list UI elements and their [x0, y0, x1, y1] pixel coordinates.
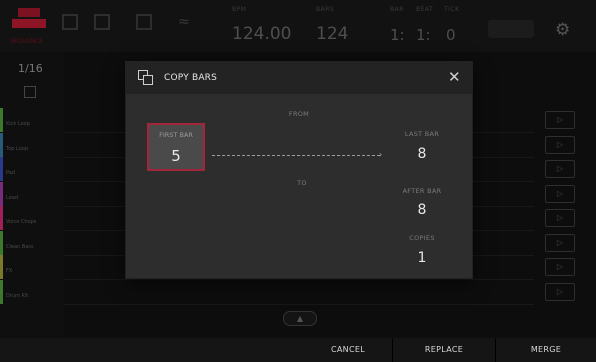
cancel-button[interactable]: CANCEL [304, 338, 392, 362]
dialog-header: COPY BARS ✕ [126, 62, 472, 94]
tick-position[interactable]: 0 [446, 26, 456, 44]
track-item[interactable]: Pad [0, 157, 64, 181]
play-icon[interactable]: ▷ [545, 111, 575, 129]
track-name: Pad [6, 170, 16, 176]
play-icon[interactable]: ▷ [545, 136, 575, 154]
track-color [0, 133, 3, 157]
last-bar-label: LAST BAR [404, 130, 440, 138]
view-icon[interactable] [24, 86, 36, 98]
track-color [0, 280, 3, 304]
list-icon[interactable] [136, 14, 152, 30]
copies-value[interactable]: 1 [392, 250, 452, 266]
mode-label: SEQUENCE [10, 38, 43, 45]
close-icon[interactable]: ✕ [448, 68, 461, 86]
track-color [0, 206, 3, 230]
track-item[interactable]: Drum Kit [0, 280, 64, 304]
track-color [0, 108, 3, 132]
gear-icon[interactable]: ⚙ [555, 20, 570, 40]
bars-label: BARS [316, 6, 335, 13]
bpm-value[interactable]: 124.00 [232, 24, 291, 44]
to-label: TO [297, 179, 307, 187]
play-icon[interactable]: ▷ [545, 209, 575, 227]
track-lane[interactable] [64, 280, 534, 305]
track-item[interactable]: Voice Chops [0, 206, 64, 230]
first-bar-label: FIRST BAR [159, 131, 193, 139]
pad-icon[interactable] [94, 14, 110, 30]
play-icon[interactable]: ▷ [545, 234, 575, 252]
last-bar-value[interactable]: 8 [392, 146, 452, 162]
first-bar-value: 5 [171, 147, 181, 165]
track-color [0, 231, 3, 255]
first-bar-field[interactable]: FIRST BAR 5 [147, 123, 205, 171]
play-icon[interactable]: ▷ [545, 283, 575, 301]
after-bar-label: AFTER BAR [402, 187, 442, 195]
copy-bars-dialog: COPY BARS ✕ FROM FIRST BAR 5 › LAST BAR … [126, 62, 472, 278]
copy-icon [138, 70, 153, 85]
replace-button[interactable]: REPLACE [393, 338, 495, 362]
track-name: Kick Loop [6, 121, 30, 127]
track-name: Drum Kit [6, 293, 29, 299]
chevron-up-icon[interactable]: ▲ [283, 311, 317, 326]
bpm-label: BPM [232, 6, 247, 13]
merge-button[interactable]: MERGE [496, 338, 596, 362]
track-name: Lead [6, 195, 19, 201]
range-connector [212, 155, 380, 156]
sequence-mode-icon[interactable] [12, 8, 46, 34]
track-name: Top Loop [6, 146, 29, 152]
bar-label: BAR [390, 6, 404, 13]
grid-icon[interactable] [62, 14, 78, 30]
bars-value[interactable]: 124 [316, 24, 348, 44]
beat-position[interactable]: 1: [416, 26, 431, 44]
track-item[interactable]: Kick Loop [0, 108, 64, 132]
edit-button[interactable] [488, 20, 534, 38]
copies-label: COPIES [409, 234, 435, 242]
play-icon[interactable]: ▷ [545, 160, 575, 178]
arrow-right-icon: › [379, 150, 383, 159]
bar-position[interactable]: 1: [390, 26, 405, 44]
track-item[interactable]: Clean Bass [0, 231, 64, 255]
from-label: FROM [288, 110, 310, 118]
play-icon[interactable]: ▷ [545, 258, 575, 276]
track-name: Clean Bass [6, 244, 34, 250]
after-bar-value[interactable]: 8 [392, 202, 452, 218]
tick-label: TICK [444, 6, 460, 13]
track-name: FX [6, 268, 13, 274]
track-item[interactable]: Top Loop [0, 133, 64, 157]
track-color [0, 157, 3, 181]
wave-icon[interactable]: ≈ [178, 14, 194, 30]
track-name: Voice Chops [6, 219, 37, 225]
track-color [0, 255, 3, 279]
timing-correct-value[interactable]: 1/16 [18, 62, 43, 75]
play-icon[interactable]: ▷ [545, 185, 575, 203]
beat-label: BEAT [416, 6, 434, 13]
dialog-title: COPY BARS [164, 73, 218, 83]
track-item[interactable]: Lead [0, 182, 64, 206]
track-item[interactable]: FX [0, 255, 64, 279]
track-color [0, 182, 3, 206]
top-bar: SEQUENCE ≈ BPM 124.00 BARS 124 BAR BEAT … [0, 0, 596, 52]
